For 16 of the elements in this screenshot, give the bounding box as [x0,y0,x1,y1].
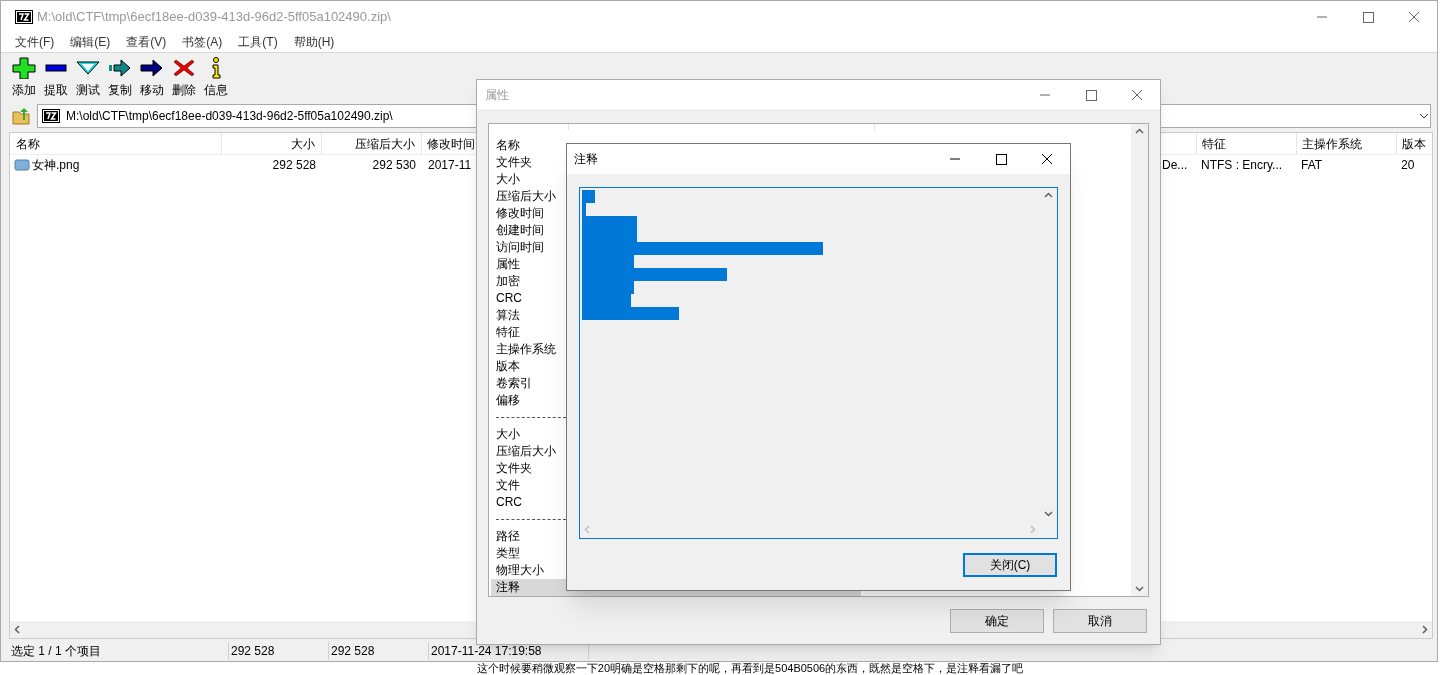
table-cell-text: 292 528 [271,157,317,174]
caption-text: 这个时候要稍微观察一下20明确是空格那剩下的呢，再看到是504B0506的东西，既然是空格下，是注释看漏了吧 [476,662,1024,675]
address-text: M:\old\CTF\tmp\6ecf18ee-d039-413d-96d2-5ff05a102490.zip\ [66,108,393,125]
status-text: 292 528 [229,642,329,660]
dialog-title: 注释 [574,151,598,168]
table-cell-text: 292 530 [371,157,417,174]
table-cell-text: 20 [1400,157,1416,174]
table-cell-text: 2017-11 [427,157,473,174]
table-cell-text: FAT [1300,157,1324,174]
dialog-title: 属性 [485,86,509,104]
window-title: M:\old\CTF\tmp\6ecf18ee-d039-413d-96d2-5ff05a102490.zip\ [37,7,391,26]
status-text: 选定 1 / 1 个项目 [9,642,229,660]
table-cell-text: NTFS : Encry... [1200,157,1284,174]
table-cell-text: 女神.png [32,157,80,174]
status-text: 292 528 [329,642,429,660]
table-cell-text: De... [1162,157,1189,174]
